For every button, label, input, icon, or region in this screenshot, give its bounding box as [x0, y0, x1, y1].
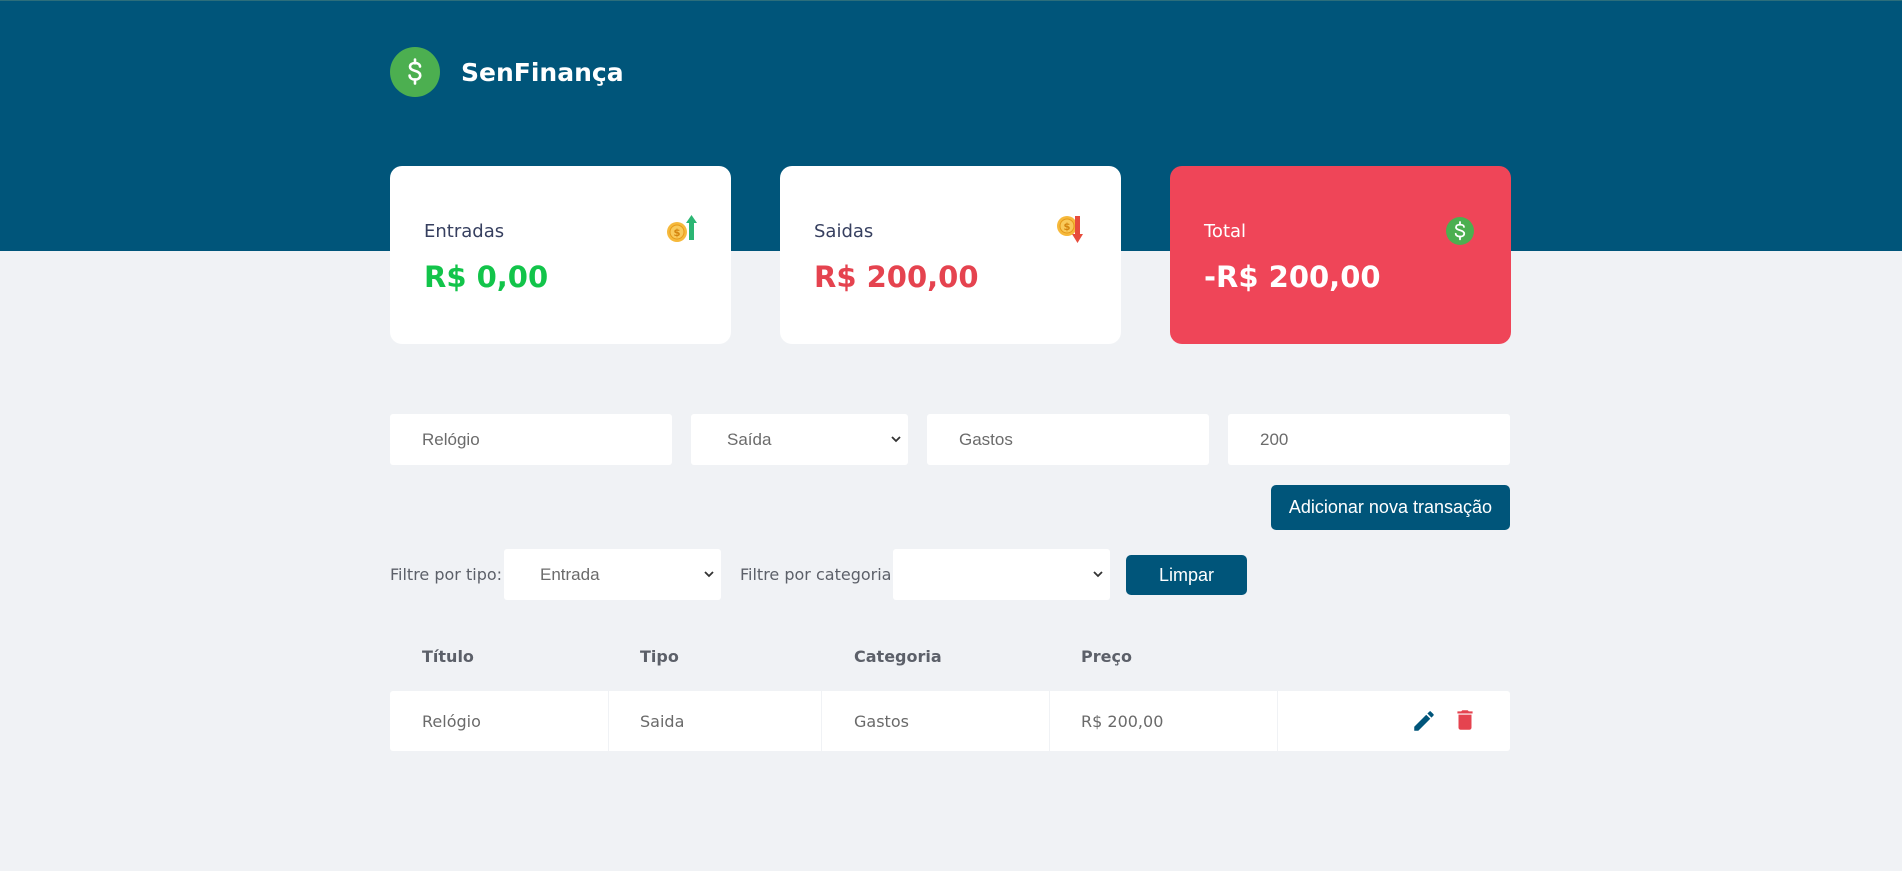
- coin-arrow-down-icon: $: [1055, 214, 1087, 246]
- cell-title: Relógio: [390, 691, 608, 751]
- column-header-category: Categoria: [854, 647, 942, 666]
- cell-price: R$ 200,00: [1050, 691, 1277, 751]
- expense-card: Saidas $ R$ 200,00: [780, 166, 1121, 344]
- clear-filters-button[interactable]: Limpar: [1126, 555, 1247, 595]
- trash-icon[interactable]: [1452, 707, 1478, 733]
- filter-category-select[interactable]: [893, 549, 1110, 600]
- dollar-circle-icon: [390, 47, 440, 97]
- income-label: Entradas: [424, 221, 505, 242]
- table-row: Relógio Saida Gastos R$ 200,00: [390, 691, 1510, 751]
- filter-type-select[interactable]: Entrada: [504, 549, 721, 600]
- brand: SenFinança: [390, 47, 624, 97]
- column-header-type: Tipo: [640, 647, 679, 666]
- type-select[interactable]: Saída: [691, 414, 908, 465]
- summary-cards: Entradas $ R$ 0,00 Saidas $ R$ 200,00 To…: [390, 166, 1511, 344]
- transactions-table: Título Tipo Categoria Preço Relógio Said…: [390, 630, 1510, 751]
- filter-category-label: Filtre por categoria:: [740, 565, 897, 584]
- total-value: -R$ 200,00: [1204, 260, 1381, 294]
- coin-arrow-up-icon: $: [665, 214, 697, 246]
- filter-row: Filtre por tipo: Entrada Filtre por cate…: [390, 549, 1510, 600]
- total-card: Total -R$ 200,00: [1170, 166, 1511, 344]
- total-label: Total: [1204, 221, 1247, 242]
- transaction-form: Saída: [390, 414, 1510, 465]
- cell-type: Saida: [609, 691, 821, 751]
- expense-label: Saidas: [814, 221, 874, 242]
- column-header-title: Título: [422, 647, 474, 666]
- price-input[interactable]: [1228, 414, 1510, 465]
- cell-actions: [1278, 691, 1510, 751]
- filter-type-label: Filtre por tipo:: [390, 565, 503, 584]
- income-value: R$ 0,00: [424, 260, 549, 294]
- svg-text:$: $: [674, 228, 681, 239]
- pencil-icon[interactable]: [1411, 708, 1437, 734]
- dollar-circle-icon: [1445, 216, 1475, 246]
- income-card: Entradas $ R$ 0,00: [390, 166, 731, 344]
- add-transaction-button[interactable]: Adicionar nova transação: [1270, 485, 1510, 530]
- category-input[interactable]: [927, 414, 1209, 465]
- table-header: Título Tipo Categoria Preço: [390, 630, 1510, 682]
- cell-category: Gastos: [822, 691, 1049, 751]
- column-header-price: Preço: [1081, 647, 1132, 666]
- svg-text:$: $: [1064, 222, 1071, 233]
- expense-value: R$ 200,00: [814, 260, 979, 294]
- brand-name: SenFinança: [461, 57, 624, 87]
- title-input[interactable]: [390, 414, 672, 465]
